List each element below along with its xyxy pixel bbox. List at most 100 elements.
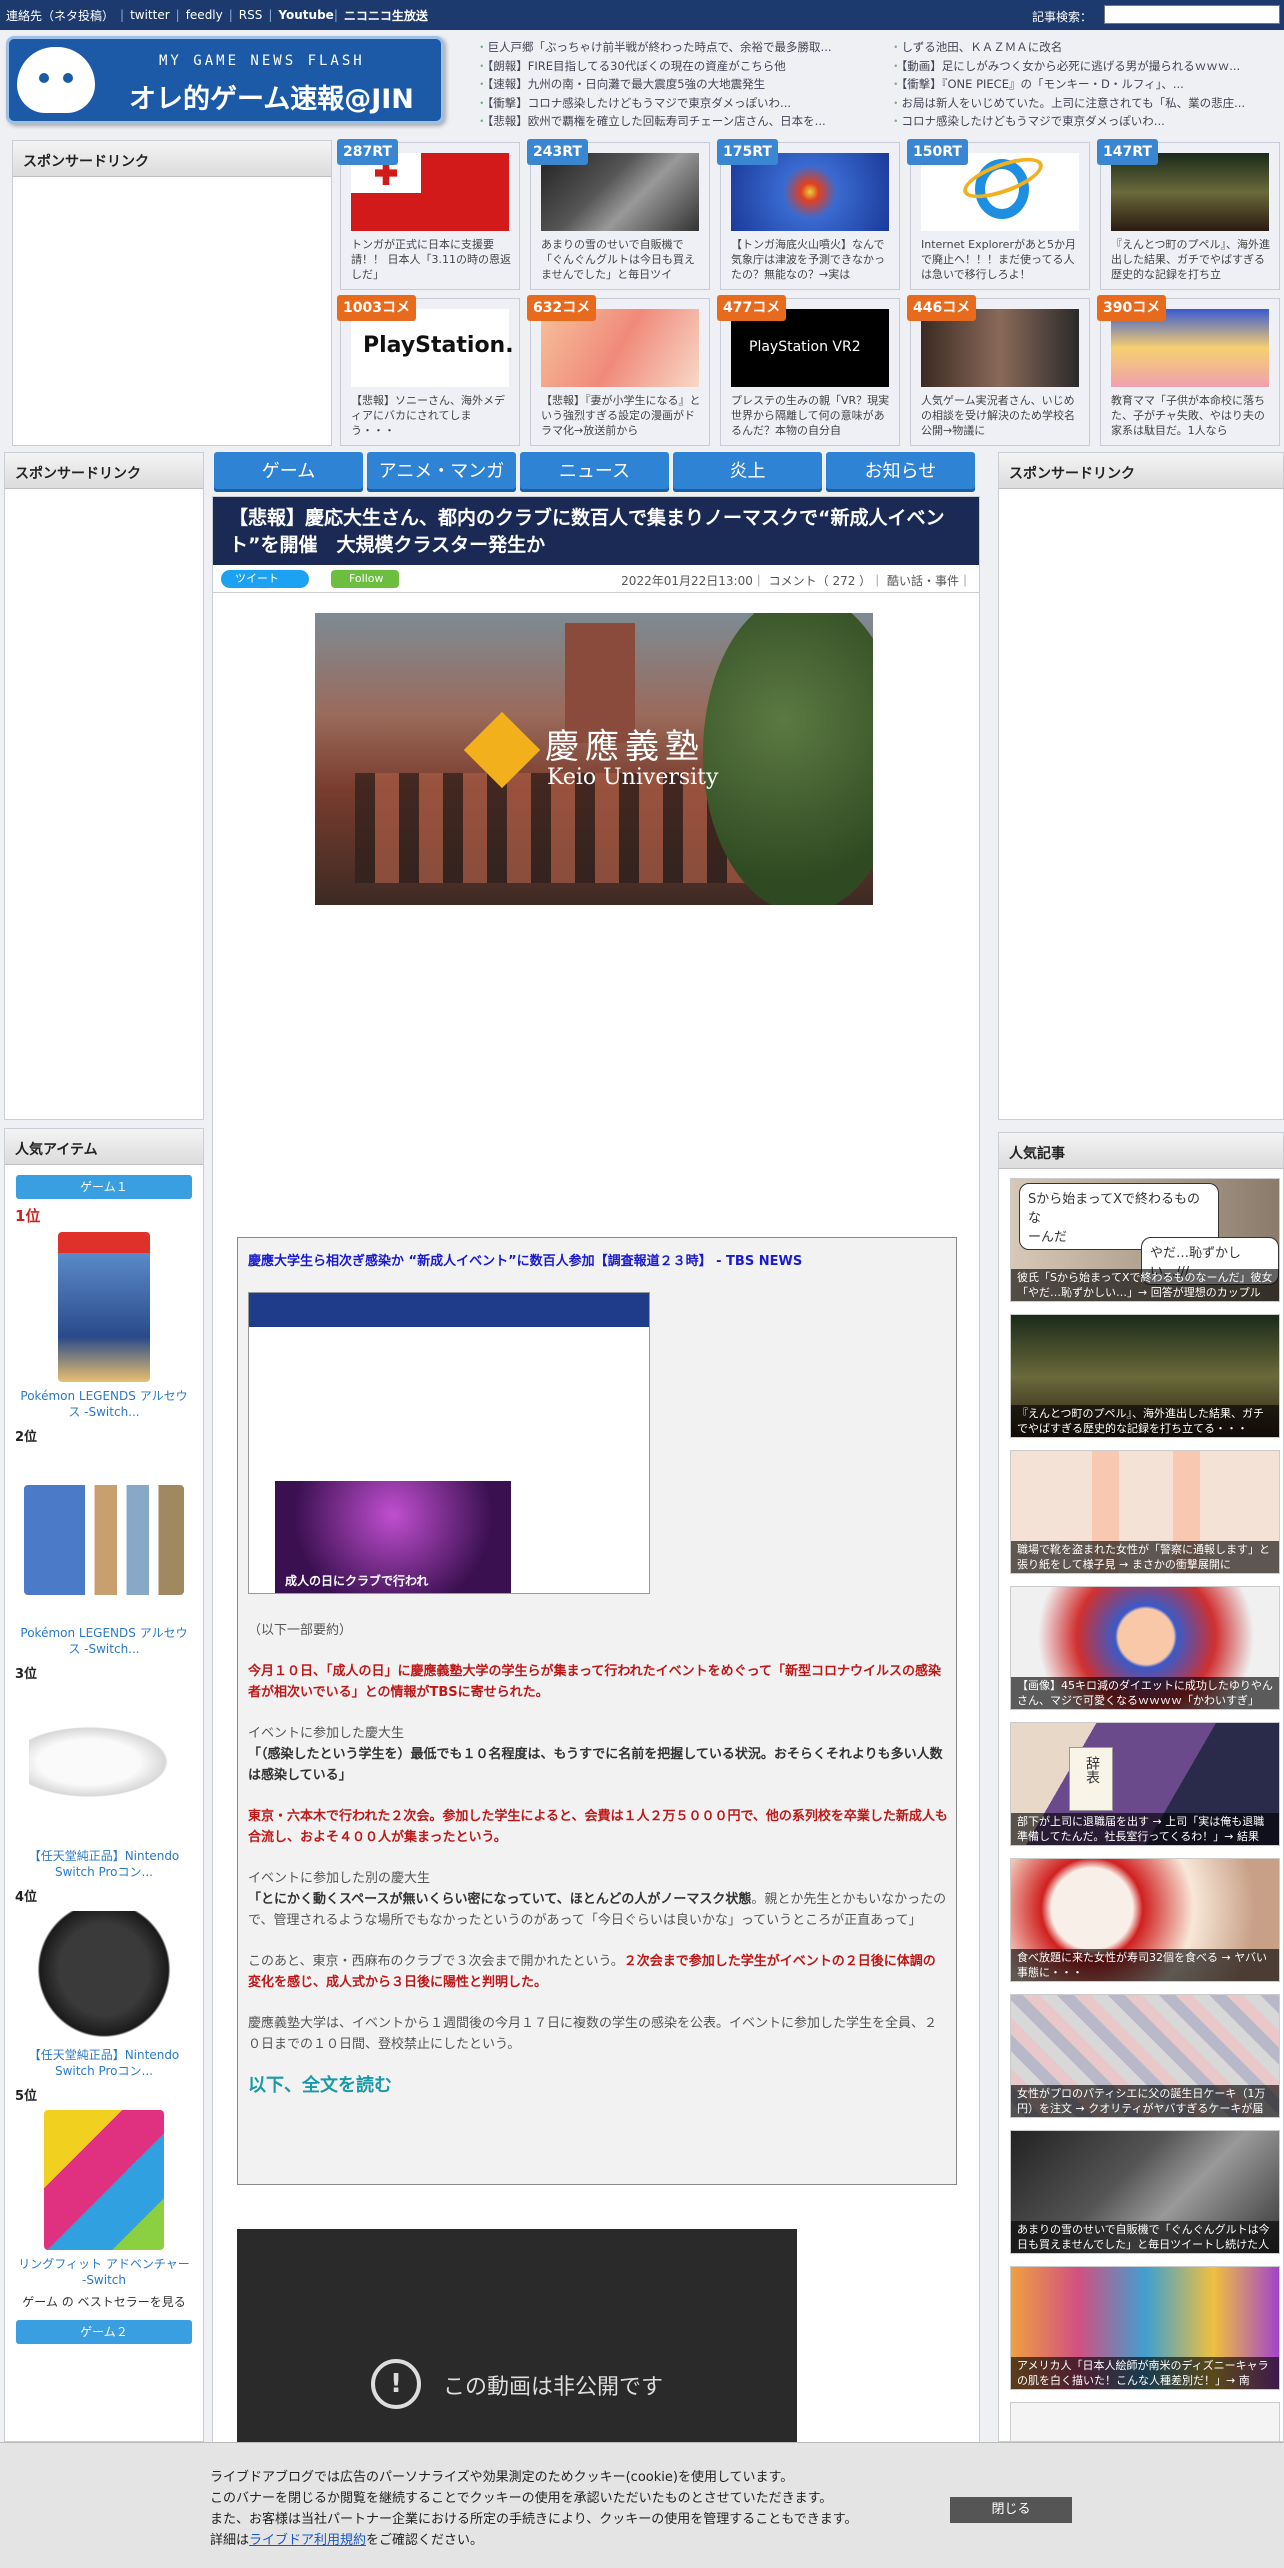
category-tab-notice[interactable]: お知らせ: [826, 452, 975, 492]
rt-badge: 243RT: [527, 139, 588, 165]
nav-link-niconico[interactable]: ニコニコ生放送: [344, 7, 428, 24]
nav-link-youtube[interactable]: Youtube: [278, 8, 333, 22]
quote-source-link[interactable]: 慶應大学生ら相次ぎ感染か “新成人イベント”に数百人参加【調査報道２３時】 - …: [248, 1250, 946, 1269]
site-logo[interactable]: MY GAME NEWS FLASH オレ的ゲーム速報@JIN: [6, 36, 444, 124]
headline-link[interactable]: 【悲報】欧州で覇権を確立した回転寿司チェーン店さん、日本を...: [476, 112, 872, 131]
paragraph: 慶應義塾大学は、イベントから１週間後の今月１７日に複数の学生の感染を公表。イベン…: [248, 2016, 938, 2052]
tweet-button[interactable]: ツイート: [221, 570, 309, 588]
rank-label: 5位: [15, 2089, 38, 2104]
popular-article-title: 職場で靴を盗まれた女性が「警察に通報します」と張り紙をして様子見 → まさかの衝…: [1011, 1541, 1279, 1573]
comment-badge: 1003コメ: [337, 295, 416, 321]
popular-article[interactable]: 職場で靴を盗まれた女性が「警察に通報します」と張り紙をして様子見 → まさかの衝…: [1010, 1450, 1280, 1574]
items-tab-game1[interactable]: ゲーム１: [16, 1175, 192, 1199]
rt-card-caption: あまりの雪のせいで自販機で「ぐんぐんグルトは今日も買えませんでした」と毎日ツイ: [541, 238, 695, 281]
rt-badge: 175RT: [717, 139, 778, 165]
search-label: 記事検索：: [1031, 10, 1092, 24]
cookie-banner: ライブドアブログでは広告のパーソナライズや効果測定のためクッキー(cookie)…: [0, 2442, 1284, 2568]
paragraph: （以下一部要約）: [248, 1623, 353, 1638]
product-name[interactable]: Pokémon LEGENDS アルセウス -Switch...: [5, 1382, 203, 1420]
product-image[interactable]: [29, 1722, 179, 1802]
category-tab-enjo[interactable]: 炎上: [673, 452, 822, 492]
rt-card-caption: 『えんとつ町のプペル』、海外進出した結果、ガチでやばすぎる歴史的な記録を打ち立: [1111, 238, 1271, 281]
headline-link[interactable]: しずる池田、ＫＡＺＭＡに改名: [890, 38, 1284, 57]
category-tab-news[interactable]: ニュース: [520, 452, 669, 492]
product-image[interactable]: [24, 1485, 184, 1595]
embedded-video-thumb[interactable]: 成人の日にクラブで行われ: [275, 1481, 511, 1593]
nav-link-rss[interactable]: RSS: [239, 8, 263, 22]
popular-article[interactable]: 【画像】45キロ減のダイエットに成功したゆりやんさん、マジで可愛くなるｗｗｗｗ「…: [1010, 1586, 1280, 1710]
popular-article[interactable]: あまりの雪のせいで自販機で「ぐんぐんグルトは今日も買えませんでした」と毎日ツイー…: [1010, 2130, 1280, 2254]
follow-button[interactable]: Follow: [331, 570, 399, 588]
headline-link[interactable]: お局は新人をいじめていた。上司に注意されても「私、業の悲庄...: [890, 94, 1284, 113]
quote-body: （以下一部要約） 今月１０日、「成人の日」に慶應義塾大学の学生らが集まって行われ…: [248, 1620, 948, 2116]
search-input[interactable]: [1104, 5, 1280, 24]
terms-link[interactable]: ライブドア利用規約: [249, 2533, 366, 2548]
headline-list-right: しずる池田、ＫＡＺＭＡに改名 【動画】足にしがみつく女から必死に逃げる男が撮られ…: [890, 38, 1284, 131]
popular-article[interactable]: アメリカ人「日本人絵師が南米のディズニーキャラの肌を白く描いた！こんな人種差別だ…: [1010, 2266, 1280, 2390]
comment-badge: 632コメ: [527, 295, 597, 321]
headline-link[interactable]: 巨人戸郷「ぶっちゃけ前半戦が終わった時点で、余裕で最多勝取...: [476, 38, 872, 57]
read-more-link[interactable]: 以下、全文を読む: [248, 2075, 948, 2096]
nav-link-twitter[interactable]: twitter: [130, 8, 170, 22]
product-image[interactable]: [44, 2110, 164, 2250]
popular-article[interactable]: 食べ放題に来た女性が寿司32個を食べる → ヤバい事態に・・・: [1010, 1858, 1280, 1982]
cookie-close-button[interactable]: 閉じる: [950, 2497, 1072, 2523]
sponsor-heading: スポンサードリンク: [999, 453, 1283, 489]
bestseller-link[interactable]: ゲーム の ベストセラーを見る: [5, 2288, 203, 2310]
items-tab-game2[interactable]: ゲーム２: [16, 2320, 192, 2344]
comment-card[interactable]: 446コメ 人気ゲーム実況者さん、いじめの相談を受け解決のため学校名公開→物議に: [907, 295, 1090, 446]
product-name[interactable]: リングフィット アドベンチャー -Switch: [5, 2250, 203, 2288]
hero-text-jp: 慶應義塾: [545, 727, 705, 767]
product-name[interactable]: 【任天堂純正品】Nintendo Switch Proコン...: [5, 2041, 203, 2079]
comment-card[interactable]: 1003コメ PlayStation. 【悲報】ソニーさん、海外メディアにバカに…: [337, 295, 520, 446]
resignation-letter: 辞表: [1069, 1747, 1113, 1811]
product-image[interactable]: [34, 1911, 174, 2041]
headline-link[interactable]: 【速報】九州の南・日向灘で最大震度5強の大地震発生: [476, 75, 872, 94]
youtube-embed[interactable]: ! この動画は非公開です: [237, 2229, 797, 2447]
rt-card[interactable]: 287RT トンガが正式に日本に支援要請！！ 日本人「3.11の時の恩返しだ」: [337, 139, 520, 290]
embedded-screenshot: 成人の日にクラブで行われ: [248, 1292, 650, 1594]
rt-card[interactable]: 243RT あまりの雪のせいで自販機で「ぐんぐんグルトは今日も買えませんでした」…: [527, 139, 710, 290]
category-tab-game[interactable]: ゲーム: [214, 452, 363, 492]
comment-card-caption: 【悲報】『妻が小学生になる』という強烈すぎる設定の漫画がドラマ化→放送前から: [541, 394, 701, 437]
headline-link[interactable]: コロナ感染したけどもうマジで東京ダメっぽいわ...: [890, 112, 1284, 131]
comment-card[interactable]: 632コメ 【悲報】『妻が小学生になる』という強烈すぎる設定の漫画がドラマ化→放…: [527, 295, 710, 446]
sponsor-box-left: スポンサードリンク: [4, 452, 204, 1120]
article-title: 【悲報】慶応大生さん、都内のクラブに数百人で集まりノーマスクで“新成人イベント”…: [213, 497, 979, 565]
product-image[interactable]: [58, 1232, 150, 1382]
sponsor-heading: スポンサードリンク: [5, 453, 203, 489]
headline-link[interactable]: 【朗報】FIRE目指してる30代ぼくの現在の資産がこちら他: [476, 57, 872, 76]
headline-link[interactable]: 【衝撃】『ONE PIECE』の「モンキー・D・ルフィ」、...: [890, 75, 1284, 94]
rt-card[interactable]: 150RT Internet Explorerがあと5か月で廃止へ！！！まだ使っ…: [907, 139, 1090, 290]
popular-article[interactable]: Sから始まってXで終わるものな ーんだ やだ…恥ずかしい…/// 彼氏「Sから始…: [1010, 1178, 1280, 1302]
comment-card-caption: プレステの生みの親「VR？現実世界から隔離して何の意味があるんだ？本物の自分自: [731, 394, 890, 437]
category-tab-anime[interactable]: アニメ・マンガ: [367, 452, 516, 492]
popular-articles-heading: 人気記事: [999, 1133, 1283, 1169]
nav-link-contact[interactable]: 連絡先（ネタ投稿）: [6, 7, 114, 24]
comment-card[interactable]: 390コメ 教育ママ「子供が本命校に落ちた、子がチャ失敗、やはり夫の家系は駄目だ…: [1097, 295, 1280, 446]
product-name[interactable]: Pokémon LEGENDS アルセウス -Switch...: [5, 1619, 203, 1657]
paragraph: イベントに参加した慶大生 「（感染したという学生を）最低でも１０名程度は、もうすで…: [248, 1726, 943, 1783]
rt-card[interactable]: 147RT 『えんとつ町のプペル』、海外進出した結果、ガチでやばすぎる歴史的な記…: [1097, 139, 1280, 290]
popular-article-title: 部下が上司に退職届を出す → 上司「実は俺も退職準備してたんだ。社長室行ってくる…: [1011, 1813, 1279, 1845]
rt-card-caption: トンガが正式に日本に支援要請！！ 日本人「3.11の時の恩返しだ」: [351, 238, 511, 281]
nav-link-feedly[interactable]: feedly: [186, 8, 223, 22]
popular-article-title: 食べ放題に来た女性が寿司32個を食べる → ヤバい事態に・・・: [1011, 1949, 1279, 1981]
headline-link[interactable]: 【衝撃】コロナ感染したけどもうマジで東京ダメっぽいわ...: [476, 94, 872, 113]
rt-card[interactable]: 175RT 【トンガ海底火山噴火】なんで気象庁は津波を予測できなかったの？無能な…: [717, 139, 900, 290]
popular-article[interactable]: [1010, 2402, 1280, 2442]
video-private-message: この動画は非公開です: [443, 2375, 664, 2400]
exclamation-icon: !: [371, 2359, 421, 2409]
headline-link[interactable]: 【動画】足にしがみつく女から必死に逃げる男が撮られるｗｗｗ...: [890, 57, 1284, 76]
popular-article[interactable]: 女性がプロのパティシエに父の誕生日ケーキ（1万円）を注文 → クオリティがヤバす…: [1010, 1994, 1280, 2118]
article-meta: ツイート Follow 2022年01月22日13:00｜ コメント（ 272 …: [213, 565, 979, 593]
popular-article[interactable]: 『えんとつ町のプペル』、海外進出した結果、ガチでやばすぎる歴史的な記録を打ち立て…: [1010, 1314, 1280, 1438]
popular-article[interactable]: 辞表 部下が上司に退職届を出す → 上司「実は俺も退職準備してたんだ。社長室行っ…: [1010, 1722, 1280, 1846]
comment-card[interactable]: 477コメ PlayStation VR2 プレステの生みの親「VR？現実世界か…: [717, 295, 900, 446]
sponsor-box-right: スポンサードリンク: [998, 452, 1284, 1120]
product-name[interactable]: 【任天堂純正品】Nintendo Switch Proコン...: [5, 1842, 203, 1880]
article: 【悲報】慶応大生さん、都内のクラブに数百人で集まりノーマスクで“新成人イベント”…: [212, 496, 980, 2447]
rt-badge: 150RT: [907, 139, 968, 165]
rank-label: 4位: [15, 1890, 38, 1905]
popular-article-title: アメリカ人「日本人絵師が南米のディズニーキャラの肌を白く描いた！こんな人種差別だ…: [1011, 2357, 1279, 2389]
